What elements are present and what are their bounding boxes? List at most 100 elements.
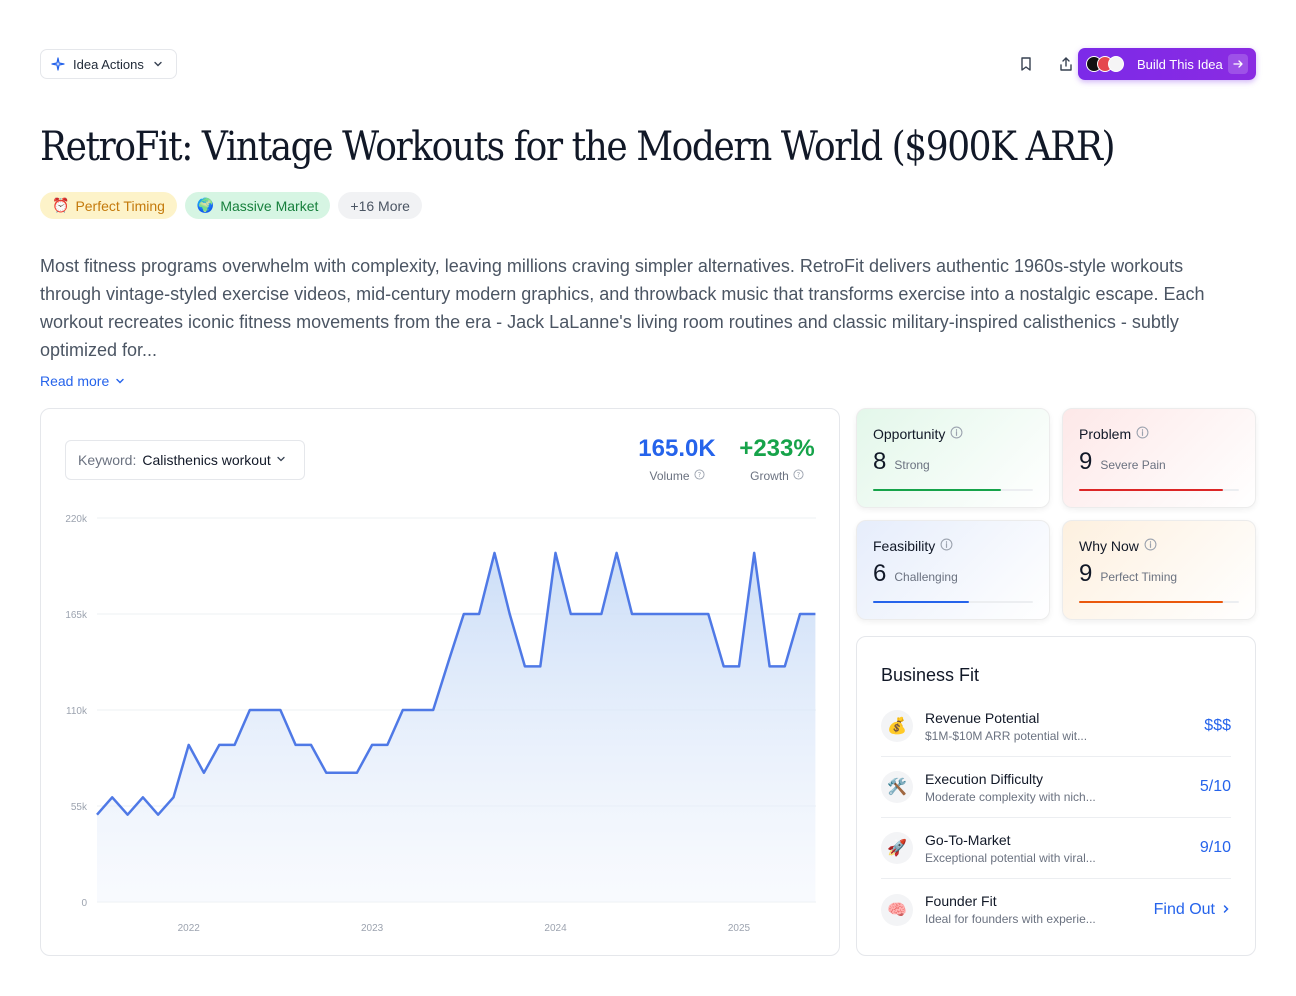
bf-name: Founder Fit <box>925 893 997 909</box>
chevron-down-icon <box>115 373 125 389</box>
build-this-idea-button[interactable]: Build This Idea <box>1078 48 1256 80</box>
why-now-card[interactable]: Why Now 9 Perfect Timing <box>1062 520 1256 620</box>
bf-value: 9/10 <box>1199 839 1231 856</box>
metric-score: 6 <box>873 560 887 587</box>
tool-avatars <box>1086 56 1124 72</box>
idea-actions-label: Idea Actions <box>73 56 144 72</box>
metric-bar-fill <box>873 601 969 603</box>
info-icon[interactable] <box>940 538 953 554</box>
bf-value: $$$ <box>1204 717 1231 734</box>
top-bar: Idea Actions Build This Idea <box>40 48 1256 80</box>
metric-score: 8 <box>873 448 887 475</box>
metric-bar-fill <box>1079 601 1223 603</box>
metric-title: Why Now <box>1079 538 1139 554</box>
bf-sub: Exceptional potential with viral... <box>925 850 1096 865</box>
sparkle-icon <box>51 57 65 71</box>
build-label: Build This Idea <box>1137 56 1223 72</box>
business-fit-card: Business Fit 💰 Revenue Potential $1M-$10… <box>856 636 1256 956</box>
feasibility-card[interactable]: Feasibility 6 Challenging <box>856 520 1050 620</box>
brain-icon: 🧠 <box>881 893 913 926</box>
keyword-value: Calisthenics workout <box>142 452 271 468</box>
metric-title: Feasibility <box>873 538 936 554</box>
chevron-right-icon <box>1221 901 1231 919</box>
business-fit-row-go-to-market[interactable]: 🚀 Go-To-Market Exceptional potential wit… <box>881 818 1231 879</box>
metric-bar <box>873 489 1033 491</box>
tool-logo-icon <box>1108 56 1124 72</box>
x-tick-label: 2025 <box>728 923 751 934</box>
metric-desc: Strong <box>894 458 930 472</box>
help-icon[interactable]: ? <box>793 469 804 483</box>
svg-text:?: ? <box>697 471 701 479</box>
arrow-right-icon <box>1228 54 1248 74</box>
rocket-icon: 🚀 <box>881 832 913 864</box>
find-out-link[interactable]: Find Out <box>1154 901 1231 919</box>
tag-label: +16 More <box>350 197 410 214</box>
bf-sub: $1M-$10M ARR potential wit... <box>925 728 1088 743</box>
volume-value: 165.0K <box>638 435 716 462</box>
metric-score: 9 <box>1079 448 1093 475</box>
metric-desc: Challenging <box>894 570 958 584</box>
tag-label: Massive Market <box>220 197 319 214</box>
keyword-select[interactable]: Keyword: Calisthenics workout <box>65 440 305 480</box>
tag-label: Perfect Timing <box>75 197 165 214</box>
business-fit-title: Business Fit <box>881 665 980 685</box>
info-icon[interactable] <box>950 426 963 442</box>
read-more-link[interactable]: Read more <box>40 373 125 389</box>
x-tick-label: 2022 <box>178 923 201 934</box>
bf-name: Go-To-Market <box>925 831 1011 848</box>
help-icon[interactable]: ? <box>693 469 705 483</box>
opportunity-card[interactable]: Opportunity 8 Strong <box>856 408 1050 508</box>
growth-label: Growth <box>750 469 789 483</box>
bf-sub: Ideal for founders with experie... <box>925 912 1096 926</box>
y-tick-label: 0 <box>81 898 87 909</box>
volume-label: Volume <box>649 469 690 483</box>
metric-title: Problem <box>1079 426 1132 442</box>
info-icon[interactable] <box>1136 426 1149 442</box>
idea-description: Most fitness programs overwhelm with com… <box>40 256 1205 360</box>
tag-massive-market[interactable]: 🌍 Massive Market <box>184 192 331 219</box>
metric-bar-fill <box>1079 489 1223 491</box>
y-tick-label: 110k <box>66 706 88 717</box>
idea-actions-button[interactable]: Idea Actions <box>40 49 177 79</box>
business-fit-row-founder-fit[interactable]: 🧠 Founder Fit Ideal for founders with ex… <box>881 879 1231 940</box>
tag-more[interactable]: +16 More <box>338 192 422 219</box>
series-area <box>97 552 816 902</box>
tag-perfect-timing[interactable]: ⏰ Perfect Timing <box>40 192 177 219</box>
read-more-label: Read more <box>40 373 110 389</box>
business-fit-row-execution[interactable]: 🛠️ Execution Difficulty Moderate complex… <box>881 757 1231 818</box>
find-out-label: Find Out <box>1153 900 1215 918</box>
tag-list: ⏰ Perfect Timing 🌍 Massive Market +16 Mo… <box>40 192 422 219</box>
growth-value: +233% <box>739 435 815 462</box>
trend-chart-card: 0 55k 110k 165k 220k 2022 2023 2024 2025 Keyword… <box>40 408 840 956</box>
chevron-down-icon <box>275 452 287 468</box>
metric-desc: Perfect Timing <box>1100 570 1178 584</box>
globe-icon: 🌍 <box>196 197 215 213</box>
bookmark-icon[interactable] <box>1016 54 1036 74</box>
alarm-clock-icon: ⏰ <box>52 197 70 213</box>
bf-name: Execution Difficulty <box>925 770 1044 787</box>
y-tick-label: 55k <box>71 802 88 813</box>
info-icon[interactable] <box>1144 538 1157 554</box>
bf-name: Revenue Potential <box>925 709 1040 726</box>
metric-bar <box>1079 489 1239 491</box>
metric-title: Opportunity <box>873 426 946 442</box>
problem-card[interactable]: Problem 9 Severe Pain <box>1062 408 1256 508</box>
x-tick-label: 2024 <box>544 923 567 934</box>
share-icon[interactable] <box>1056 54 1076 74</box>
y-tick-label: 165k <box>65 610 88 621</box>
metric-bar <box>1079 601 1239 603</box>
growth-stat: +233% Growth ? <box>735 435 819 483</box>
trend-chart: 0 55k 110k 165k 220k 2022 2023 2024 2025 <box>65 514 816 934</box>
keyword-label: Keyword: <box>78 452 137 468</box>
money-bag-icon: 💰 <box>881 710 913 742</box>
metric-score: 9 <box>1079 560 1093 587</box>
page-title: RetroFit: Vintage Workouts for the Moder… <box>40 124 1116 170</box>
y-tick-label: 220k <box>65 514 88 525</box>
business-fit-row-revenue[interactable]: 💰 Revenue Potential $1M-$10M ARR potenti… <box>881 696 1231 757</box>
volume-stat: 165.0K Volume ? <box>637 435 717 483</box>
bf-value: 5/10 <box>1199 778 1231 795</box>
bf-sub: Moderate complexity with nich... <box>925 789 1096 804</box>
metric-bar-fill <box>873 489 1001 491</box>
x-tick-label: 2023 <box>361 923 384 934</box>
metric-desc: Severe Pain <box>1100 458 1166 472</box>
